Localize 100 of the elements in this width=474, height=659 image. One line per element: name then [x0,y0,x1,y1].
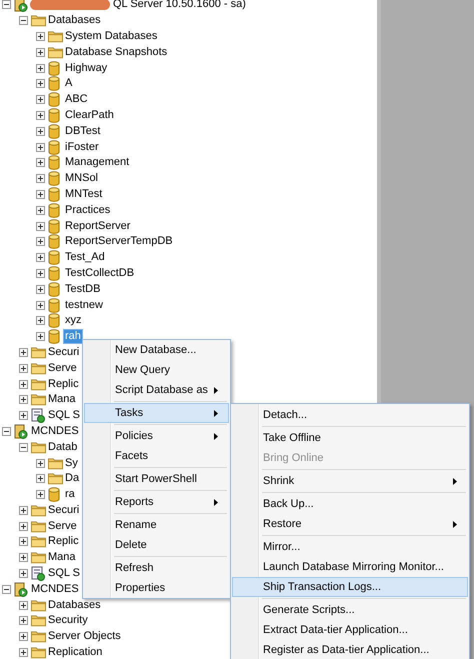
tree-item[interactable]: ra [64,488,76,502]
menu-item[interactable]: Rename [84,515,229,535]
collapse-icon[interactable] [19,16,28,26]
expand-icon[interactable] [36,142,45,152]
menu-item[interactable]: Extract Data-tier Application... [232,620,468,640]
tree-item[interactable]: System Databases [64,30,158,43]
expand-icon[interactable] [36,316,45,326]
expand-icon[interactable] [36,174,45,184]
expand-icon[interactable] [36,95,45,104]
tree-item[interactable]: Practices [64,204,112,217]
expand-icon[interactable] [19,411,28,420]
tree-item[interactable]: Serve [47,520,78,533]
menu-item[interactable]: New Query [84,360,229,380]
expand-icon[interactable] [36,48,45,57]
tree-item[interactable]: TestDB [64,282,102,296]
tree-item[interactable]: Da [64,472,80,486]
tree-item[interactable]: MCNDES [30,582,80,596]
menu-item[interactable]: Tasks [84,403,229,423]
tree-item[interactable]: ReportServer [64,220,132,233]
expand-icon[interactable] [19,600,28,610]
menu-item[interactable]: Register as Data-tier Application... [232,640,468,659]
menu-item[interactable]: Delete [84,535,229,555]
expand-icon[interactable] [19,616,28,626]
tree-item[interactable]: Replication [47,646,104,659]
tree-item[interactable]: ReportServerTempDB [64,235,174,248]
expand-icon[interactable] [36,190,45,199]
expand-icon[interactable] [19,569,28,578]
tree-item[interactable]: A [64,77,74,90]
tree-item[interactable]: Server Objects [47,630,122,644]
expand-icon[interactable] [36,158,45,168]
expand-icon[interactable] [36,474,45,484]
expand-icon[interactable] [19,395,28,404]
expand-icon[interactable] [19,364,28,373]
expand-icon[interactable] [36,222,45,231]
expand-icon[interactable] [19,632,28,642]
tree-item[interactable]: Security [47,614,89,628]
menu-item[interactable]: Restore [232,514,468,534]
menu-item[interactable]: Take Offline [232,428,468,448]
expand-icon[interactable] [36,64,45,73]
tree-item[interactable]: Datab [47,440,78,454]
tree-item[interactable]: Securi [47,346,80,359]
collapse-icon[interactable] [2,0,11,10]
tree-item[interactable]: MCNDES [30,424,80,438]
expand-icon[interactable] [36,79,45,88]
tree-item[interactable]: SQL S [47,409,81,422]
tree-item[interactable]: Sy [64,456,79,470]
menu-item[interactable]: Mirror... [232,537,468,557]
menu-item[interactable]: Properties [84,578,229,598]
tree-item[interactable]: Highway [64,62,108,75]
tree-item[interactable]: DBTest [64,124,102,138]
expand-icon[interactable] [19,522,28,531]
tree-item[interactable]: Mana [47,551,77,564]
expand-icon[interactable] [36,32,45,41]
tree-item[interactable]: Mana [47,393,77,406]
collapse-icon[interactable] [2,426,11,436]
collapse-icon[interactable] [2,584,11,594]
tree-item[interactable]: SQL S [47,567,81,580]
expand-icon[interactable] [36,490,45,500]
tree-item[interactable]: iFoster [64,140,100,154]
expand-icon[interactable] [36,284,45,294]
tree-item[interactable]: Database Snapshots [64,46,168,59]
tree-item[interactable]: MNTest [64,188,104,201]
tree-item[interactable]: ABC [64,93,89,106]
tree-item[interactable]: Test_Ad [64,251,106,264]
menu-item[interactable]: Refresh [84,558,229,578]
menu-item[interactable]: Shrink [232,471,468,491]
menu-item[interactable]: Launch Database Mirroring Monitor... [232,557,468,577]
menu-item[interactable]: Script Database as [84,380,229,400]
tree-item[interactable]: Securi [47,504,80,517]
expand-icon[interactable] [19,380,28,389]
collapse-icon[interactable] [19,442,28,452]
expand-icon[interactable] [36,332,45,342]
expand-icon[interactable] [36,253,45,262]
tree-item[interactable]: Management [64,156,130,170]
expand-icon[interactable] [36,126,45,136]
menu-item[interactable]: Ship Transaction Logs... [232,577,468,597]
tree-item[interactable]: Databases [47,598,102,612]
tree-item[interactable]: ClearPath [64,108,115,122]
expand-icon[interactable] [36,268,45,278]
expand-icon[interactable] [36,458,45,468]
menu-item[interactable]: Detach... [232,405,468,425]
tree-item[interactable]: Serve [47,362,78,375]
menu-item[interactable]: Back Up... [232,494,468,514]
expand-icon[interactable] [36,300,45,310]
expand-icon[interactable] [19,506,28,515]
tree-item[interactable]: testnew [64,298,104,312]
tree-item[interactable]: Databases [47,14,102,28]
menu-item[interactable]: Start PowerShell [84,469,229,489]
menu-item[interactable]: Generate Scripts... [232,600,468,620]
tree-item[interactable]: Replic [47,378,80,391]
tree-item[interactable]: xyz [64,314,82,328]
expand-icon[interactable] [19,648,28,658]
tree-item[interactable]: Replic [47,535,80,548]
menu-item[interactable]: New Database... [84,340,229,360]
expand-icon[interactable] [36,110,45,120]
expand-icon[interactable] [19,348,28,357]
menu-item[interactable]: Policies [84,426,229,446]
expand-icon[interactable] [36,206,45,215]
expand-icon[interactable] [19,553,28,562]
expand-icon[interactable] [36,237,45,246]
